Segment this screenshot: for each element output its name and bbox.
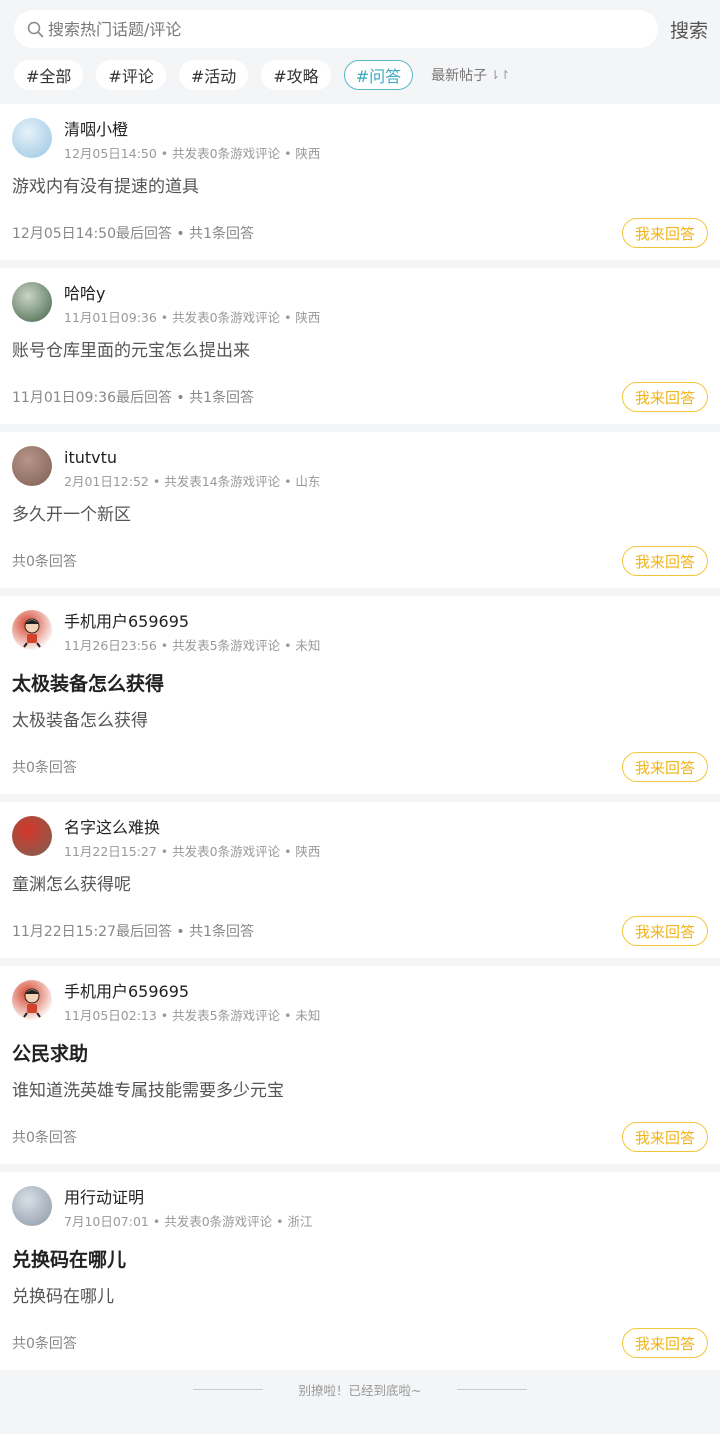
post-card[interactable]: 名字这么难换 11月22日15:27 • 共发表0条游戏评论 • 陕西 童渊怎么… [0,802,720,958]
post-footer: 11月01日09:36最后回答 • 共1条回答 我来回答 [12,382,708,412]
author-name[interactable]: 手机用户659695 [64,982,320,1002]
answer-button[interactable]: 我来回答 [621,916,708,946]
author-name[interactable]: 清咽小橙 [64,120,320,140]
avatar[interactable] [12,816,52,856]
author-name[interactable]: itutvtu [64,448,320,468]
reply-info: 11月01日09:36最后回答 • 共1条回答 [12,390,255,406]
author-row: 哈哈y 11月01日09:36 • 共发表0条游戏评论 • 陕西 [12,282,708,326]
post-list: 清咽小橙 12月05日14:50 • 共发表0条游戏评论 • 陕西 游戏内有没有… [0,104,720,1370]
post-footer: 12月05日14:50最后回答 • 共1条回答 我来回答 [12,218,708,248]
answer-button[interactable]: 我来回答 [621,218,708,248]
header: 搜索 #全部 #评论 #活动 #攻略 #问答 最新帖子 ⇂↾ [0,0,720,104]
post-footer: 共0条回答 我来回答 [12,546,708,576]
author-meta: 2月01日12:52 • 共发表14条游戏评论 • 山东 [64,474,321,489]
reply-info: 共0条回答 [12,1336,77,1352]
post-card[interactable]: 手机用户659695 11月26日23:56 • 共发表5条游戏评论 • 未知 … [0,596,720,794]
author-name[interactable]: 用行动证明 [64,1188,312,1208]
reply-info: 12月05日14:50最后回答 • 共1条回答 [12,226,255,242]
sort-label: 最新帖子 [431,68,488,84]
author-row: 清咽小橙 12月05日14:50 • 共发表0条游戏评论 • 陕西 [12,118,708,162]
post-card[interactable]: 手机用户659695 11月05日02:13 • 共发表5条游戏评论 • 未知 … [0,966,720,1164]
search-button[interactable]: 搜索 [670,16,708,43]
author-meta: 11月01日09:36 • 共发表0条游戏评论 • 陕西 [64,310,321,325]
post-title[interactable]: 兑换码在哪儿 [12,1248,708,1272]
author-info: 手机用户659695 11月26日23:56 • 共发表5条游戏评论 • 未知 [64,610,320,654]
tab-guides[interactable]: #攻略 [261,60,331,90]
answer-button[interactable]: 我来回答 [621,546,708,576]
post-footer: 共0条回答 我来回答 [12,1122,708,1152]
search-icon [26,20,44,38]
avatar[interactable] [12,282,52,322]
post-body[interactable]: 游戏内有没有提速的道具 [12,176,708,198]
post-body[interactable]: 多久开一个新区 [12,504,708,526]
author-row: 手机用户659695 11月26日23:56 • 共发表5条游戏评论 • 未知 [12,610,708,654]
author-meta: 7月10日07:01 • 共发表0条游戏评论 • 浙江 [64,1214,313,1229]
reply-info: 共0条回答 [12,554,77,570]
author-info: 哈哈y 11月01日09:36 • 共发表0条游戏评论 • 陕西 [64,282,320,326]
post-body[interactable]: 童渊怎么获得呢 [12,874,708,896]
author-meta: 11月26日23:56 • 共发表5条游戏评论 • 未知 [64,638,321,653]
answer-button[interactable]: 我来回答 [621,1122,708,1152]
tab-comments[interactable]: #评论 [96,60,166,90]
author-meta: 11月05日02:13 • 共发表5条游戏评论 • 未知 [64,1008,321,1023]
topic-tabs: #全部 #评论 #活动 #攻略 #问答 最新帖子 ⇂↾ [14,59,708,91]
divider-line [457,1388,528,1390]
author-row: 手机用户659695 11月05日02:13 • 共发表5条游戏评论 • 未知 [12,980,708,1024]
post-card[interactable]: 哈哈y 11月01日09:36 • 共发表0条游戏评论 • 陕西 账号仓库里面的… [0,268,720,424]
author-name[interactable]: 哈哈y [64,284,320,304]
reply-info: 共0条回答 [12,1130,77,1146]
author-meta: 11月22日15:27 • 共发表0条游戏评论 • 陕西 [64,844,321,859]
author-info: 名字这么难换 11月22日15:27 • 共发表0条游戏评论 • 陕西 [64,816,320,860]
author-info: 清咽小橙 12月05日14:50 • 共发表0条游戏评论 • 陕西 [64,118,320,162]
post-card[interactable]: 用行动证明 7月10日07:01 • 共发表0条游戏评论 • 浙江 兑换码在哪儿… [0,1172,720,1370]
author-info: 用行动证明 7月10日07:01 • 共发表0条游戏评论 • 浙江 [64,1186,312,1230]
post-footer: 11月22日15:27最后回答 • 共1条回答 我来回答 [12,916,708,946]
post-body[interactable]: 兑换码在哪儿 [12,1286,708,1308]
avatar[interactable] [12,1186,52,1226]
author-name[interactable]: 名字这么难换 [64,818,320,838]
sort-arrows-icon: ⇂↾ [490,68,511,82]
author-info: 手机用户659695 11月05日02:13 • 共发表5条游戏评论 • 未知 [64,980,320,1024]
author-meta: 12月05日14:50 • 共发表0条游戏评论 • 陕西 [64,146,321,161]
post-title[interactable]: 公民求助 [12,1042,708,1066]
post-footer: 共0条回答 我来回答 [12,752,708,782]
answer-button[interactable]: 我来回答 [621,752,708,782]
avatar[interactable] [12,118,52,158]
end-of-list: 别撩啦！已经到底啦~ [0,1370,720,1408]
author-row: 用行动证明 7月10日07:01 • 共发表0条游戏评论 • 浙江 [12,1186,708,1230]
post-body[interactable]: 谁知道洗英雄专属技能需要多少元宝 [12,1080,708,1102]
end-text: 别撩啦！已经到底啦~ [298,1382,422,1398]
author-row: 名字这么难换 11月22日15:27 • 共发表0条游戏评论 • 陕西 [12,816,708,860]
author-row: itutvtu 2月01日12:52 • 共发表14条游戏评论 • 山东 [12,446,708,490]
search-box[interactable] [14,10,658,48]
post-body[interactable]: 太极装备怎么获得 [12,710,708,732]
answer-button[interactable]: 我来回答 [621,1328,708,1358]
post-card[interactable]: 清咽小橙 12月05日14:50 • 共发表0条游戏评论 • 陕西 游戏内有没有… [0,104,720,260]
tab-events[interactable]: #活动 [178,60,249,90]
author-info: itutvtu 2月01日12:52 • 共发表14条游戏评论 • 山东 [64,446,320,490]
reply-info: 共0条回答 [12,760,77,776]
avatar[interactable] [12,980,52,1020]
post-card[interactable]: itutvtu 2月01日12:52 • 共发表14条游戏评论 • 山东 多久开… [0,432,720,588]
reply-info: 11月22日15:27最后回答 • 共1条回答 [12,924,255,940]
search-input[interactable] [48,19,658,39]
post-footer: 共0条回答 我来回答 [12,1328,708,1358]
avatar[interactable] [12,446,52,486]
post-title[interactable]: 太极装备怎么获得 [12,672,708,696]
avatar[interactable] [12,610,52,650]
divider-line [192,1388,263,1390]
answer-button[interactable]: 我来回答 [621,382,708,412]
post-body[interactable]: 账号仓库里面的元宝怎么提出来 [12,340,708,362]
sort-dropdown[interactable]: 最新帖子 ⇂↾ [431,65,510,85]
author-name[interactable]: 手机用户659695 [64,612,320,632]
tab-all[interactable]: #全部 [14,60,84,90]
tab-qa[interactable]: #问答 [343,60,414,90]
search-row: 搜索 [14,10,708,48]
